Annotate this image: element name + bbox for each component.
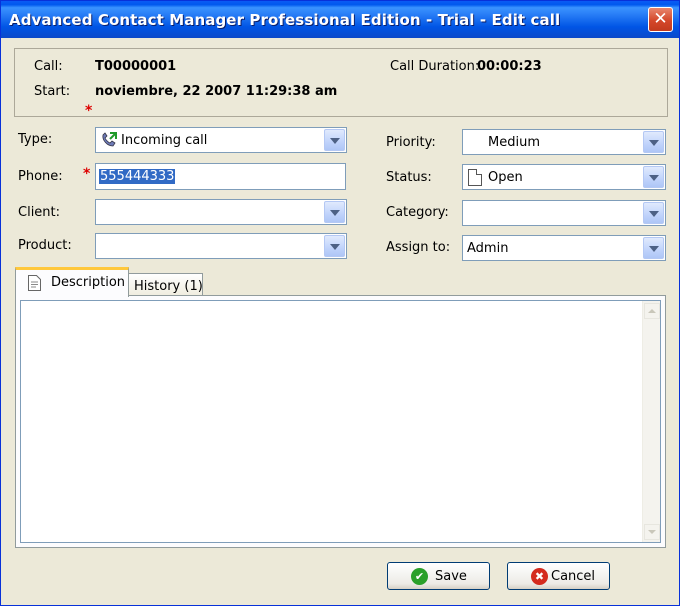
client-dropdown[interactable]	[95, 199, 347, 225]
phone-value: 555444333	[99, 169, 176, 184]
incoming-call-icon	[102, 132, 117, 147]
cancel-button[interactable]: ✖ Cancel	[507, 562, 610, 590]
priority-dropdown[interactable]: Medium	[462, 129, 666, 155]
scroll-up-icon[interactable]	[644, 303, 660, 319]
call-duration-label: Call Duration:	[390, 59, 480, 74]
description-icon	[28, 275, 41, 291]
assign-to-label: Assign to:	[386, 240, 451, 255]
assign-to-value: Admin	[467, 241, 509, 256]
start-value: noviembre, 22 2007 11:29:38 am	[95, 84, 338, 99]
type-required-marker: *	[85, 103, 93, 119]
close-icon: ✕	[653, 9, 668, 29]
cancel-icon: ✖	[531, 568, 548, 585]
start-label: Start:	[34, 84, 71, 99]
edit-call-window: Advanced Contact Manager Professional Ed…	[0, 0, 680, 606]
tab-description[interactable]: Description	[15, 267, 129, 297]
document-icon	[468, 169, 482, 186]
call-duration-value: 00:00:23	[477, 59, 542, 74]
client-label: Client:	[18, 205, 61, 220]
check-icon: ✔	[411, 568, 428, 585]
status-value: Open	[488, 170, 523, 185]
cancel-label: Cancel	[551, 569, 596, 584]
chevron-down-icon[interactable]	[324, 201, 345, 223]
chevron-down-icon[interactable]	[643, 131, 664, 153]
category-dropdown[interactable]	[462, 200, 666, 226]
chevron-down-icon[interactable]	[324, 129, 345, 151]
type-label: Type:	[18, 132, 53, 147]
status-dropdown[interactable]: Open	[462, 164, 666, 190]
category-label: Category:	[386, 205, 449, 220]
chevron-down-icon[interactable]	[643, 202, 664, 224]
priority-value: Medium	[488, 135, 540, 150]
phone-label: Phone:	[18, 169, 63, 184]
scroll-down-icon[interactable]	[644, 524, 660, 540]
type-dropdown[interactable]: Incoming call	[95, 127, 347, 153]
call-label: Call:	[34, 59, 63, 74]
tab-history-label: History (1)	[134, 279, 203, 294]
title-bar[interactable]: Advanced Contact Manager Professional Ed…	[1, 1, 679, 38]
call-id-value: T00000001	[95, 59, 177, 74]
close-button[interactable]: ✕	[648, 7, 673, 32]
call-info-panel: Call: T00000001 Start: noviembre, 22 200…	[14, 48, 668, 117]
priority-label: Priority:	[386, 135, 436, 150]
description-panel	[15, 295, 666, 548]
product-dropdown[interactable]	[95, 233, 347, 259]
status-label: Status:	[386, 170, 432, 185]
assign-to-dropdown[interactable]: Admin	[462, 235, 666, 261]
description-textarea[interactable]	[20, 300, 661, 543]
chevron-down-icon[interactable]	[643, 237, 664, 259]
chevron-down-icon[interactable]	[643, 166, 664, 188]
save-label: Save	[435, 569, 467, 584]
tab-description-label: Description	[51, 275, 126, 290]
vertical-scrollbar[interactable]	[642, 301, 660, 542]
chevron-down-icon[interactable]	[324, 235, 345, 257]
window-title: Advanced Contact Manager Professional Ed…	[9, 11, 561, 29]
phone-required-marker: *	[83, 166, 91, 182]
type-value: Incoming call	[121, 133, 208, 148]
phone-field[interactable]: 555444333	[95, 163, 346, 190]
product-label: Product:	[18, 238, 72, 253]
save-button[interactable]: ✔ Save	[387, 562, 490, 590]
